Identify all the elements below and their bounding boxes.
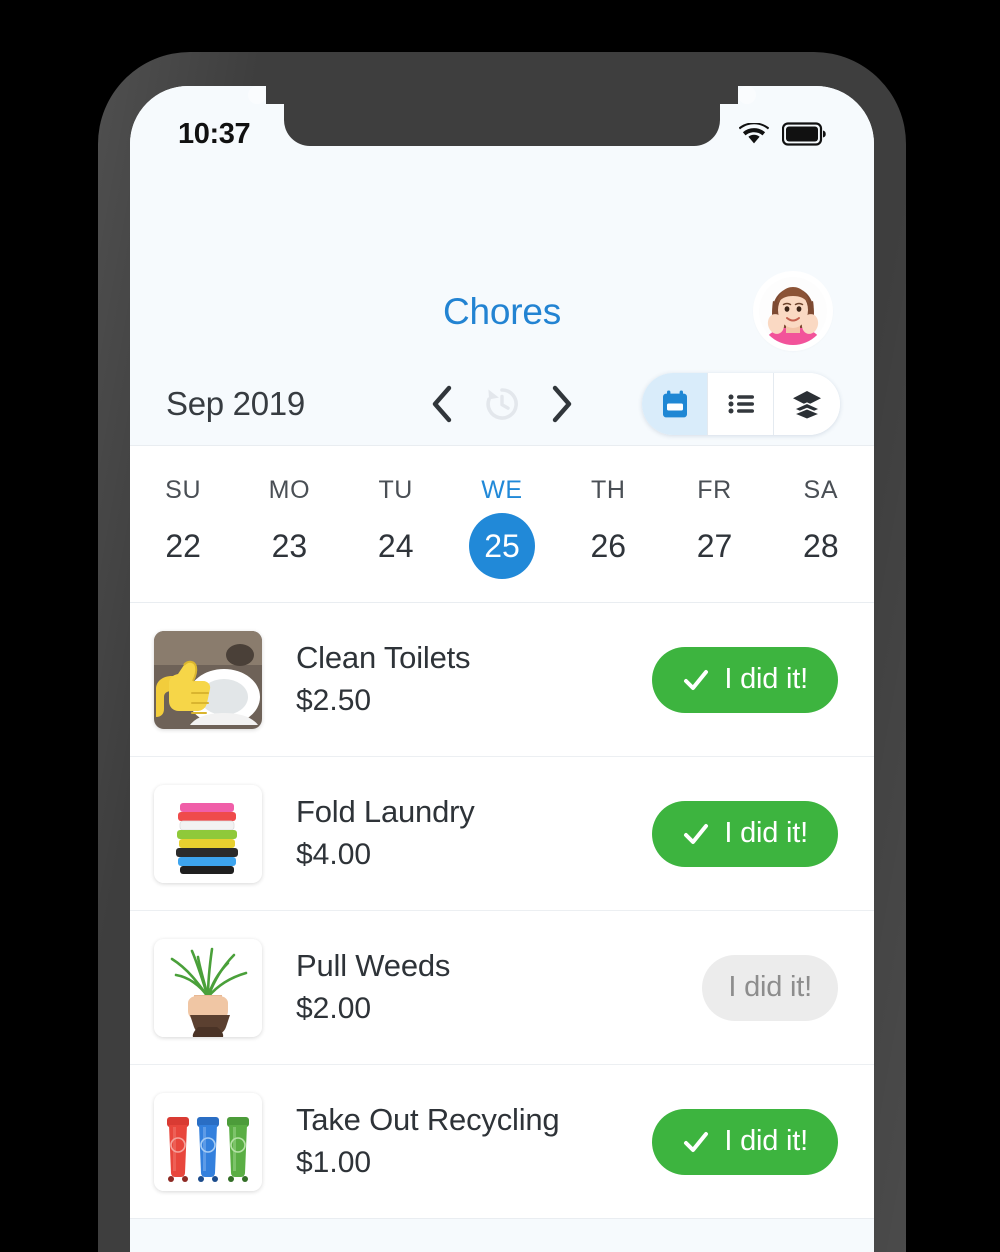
day-number: 24 [377,527,414,564]
chore-price: $2.00 [296,992,372,1026]
day-column-tu[interactable]: TU 24 [343,446,449,602]
calendar-toolbar: Sep 2019 [130,366,874,442]
chore-price: $4.00 [296,838,372,872]
chore-details: Pull Weeds $2.00 [262,946,702,1028]
notch-corner-right [720,86,756,104]
day-of-week-label: SA [803,475,839,504]
list-bottom-strip [130,1218,874,1252]
chore-name: Clean Toilets [296,640,471,676]
day-column-sa[interactable]: SA 28 [768,446,874,602]
chore-thumbnail [154,938,262,1037]
chore-details: Fold Laundry $4.00 [262,792,652,874]
history-restore-icon[interactable] [481,383,523,425]
day-of-week-label: FR [697,475,732,504]
view-mode-calendar[interactable] [642,373,708,435]
i-did-it-button[interactable]: I did it! [652,1108,838,1175]
wifi-icon [738,122,770,145]
chore-details: Take Out Recycling $1.00 [262,1100,652,1182]
day-number: 22 [165,527,201,564]
day-of-week-label: TU [378,475,413,504]
i-did-it-button[interactable]: I did it! [652,800,838,867]
chore-name: Fold Laundry [296,794,475,830]
day-column-mo[interactable]: MO 23 [236,446,342,602]
battery-full-icon [781,122,826,146]
day-number: 23 [271,527,308,564]
day-number-selected: 25 [468,512,535,579]
app-header: Chores [130,272,874,352]
list-icon [726,389,756,419]
i-did-it-label: I did it! [724,1125,808,1157]
day-of-week-label: TH [591,475,626,504]
chevron-right-icon[interactable] [549,384,575,424]
chore-details: Clean Toilets $2.50 [262,638,652,720]
table-row[interactable]: Fold Laundry $4.00 I did it! [130,757,874,911]
notch-corner-left [248,86,284,104]
calendar-icon [660,389,690,419]
chore-name: Take Out Recycling [296,1102,560,1138]
check-icon [682,1128,710,1156]
chore-price: $1.00 [296,1146,372,1180]
day-number: 26 [590,527,627,564]
month-nav-group [429,383,575,425]
day-of-week-label: MO [268,475,311,504]
week-day-strip: SU 22 MO 23 TU 24 WE 25 TH 26 FR 27 SA 2… [130,445,874,603]
chevron-left-icon[interactable] [429,384,455,424]
day-column-fr[interactable]: FR 27 [661,446,767,602]
day-column-su[interactable]: SU 22 [130,446,236,602]
i-did-it-label: I did it! [724,663,808,695]
i-did-it-button-disabled[interactable]: I did it! [702,954,838,1021]
view-mode-list[interactable] [708,373,774,435]
day-of-week-label: SU [165,475,202,504]
chore-name: Pull Weeds [296,948,451,984]
chore-list: Clean Toilets $2.50 I did it! Fold Laund… [130,603,874,1252]
i-did-it-label: I did it! [728,971,812,1003]
screenshot-stage: 10:37 Chores Sep 2019 SU 22 MO 23 TU 24 … [0,0,1000,1252]
phone-screen: 10:37 Chores Sep 2019 SU 22 MO 23 TU 24 … [130,86,874,1252]
view-mode-layers[interactable] [774,373,840,435]
chore-thumbnail [154,784,262,883]
chore-thumbnail [154,630,262,729]
chore-thumbnail [154,1092,262,1191]
view-mode-segmented-control [642,373,840,435]
chore-price: $2.50 [296,684,372,718]
month-label: Sep 2019 [166,385,305,422]
check-icon [682,666,710,694]
avatar[interactable] [756,274,830,348]
table-row[interactable]: Pull Weeds $2.00 I did it! [130,911,874,1065]
i-did-it-button[interactable]: I did it! [652,646,838,713]
day-column-we-selected[interactable]: WE 25 [449,446,555,602]
status-bar: 10:37 [130,114,874,154]
day-of-week-label: WE [481,475,523,504]
check-icon [682,820,710,848]
table-row[interactable]: Clean Toilets $2.50 I did it! [130,603,874,757]
i-did-it-label: I did it! [724,817,808,849]
status-time: 10:37 [178,117,251,150]
day-number: 28 [803,527,839,564]
day-number: 27 [696,527,733,564]
status-indicators [738,122,826,146]
day-column-th[interactable]: TH 26 [555,446,661,602]
layers-icon [791,389,823,419]
table-row[interactable]: Take Out Recycling $1.00 I did it! [130,1065,874,1219]
